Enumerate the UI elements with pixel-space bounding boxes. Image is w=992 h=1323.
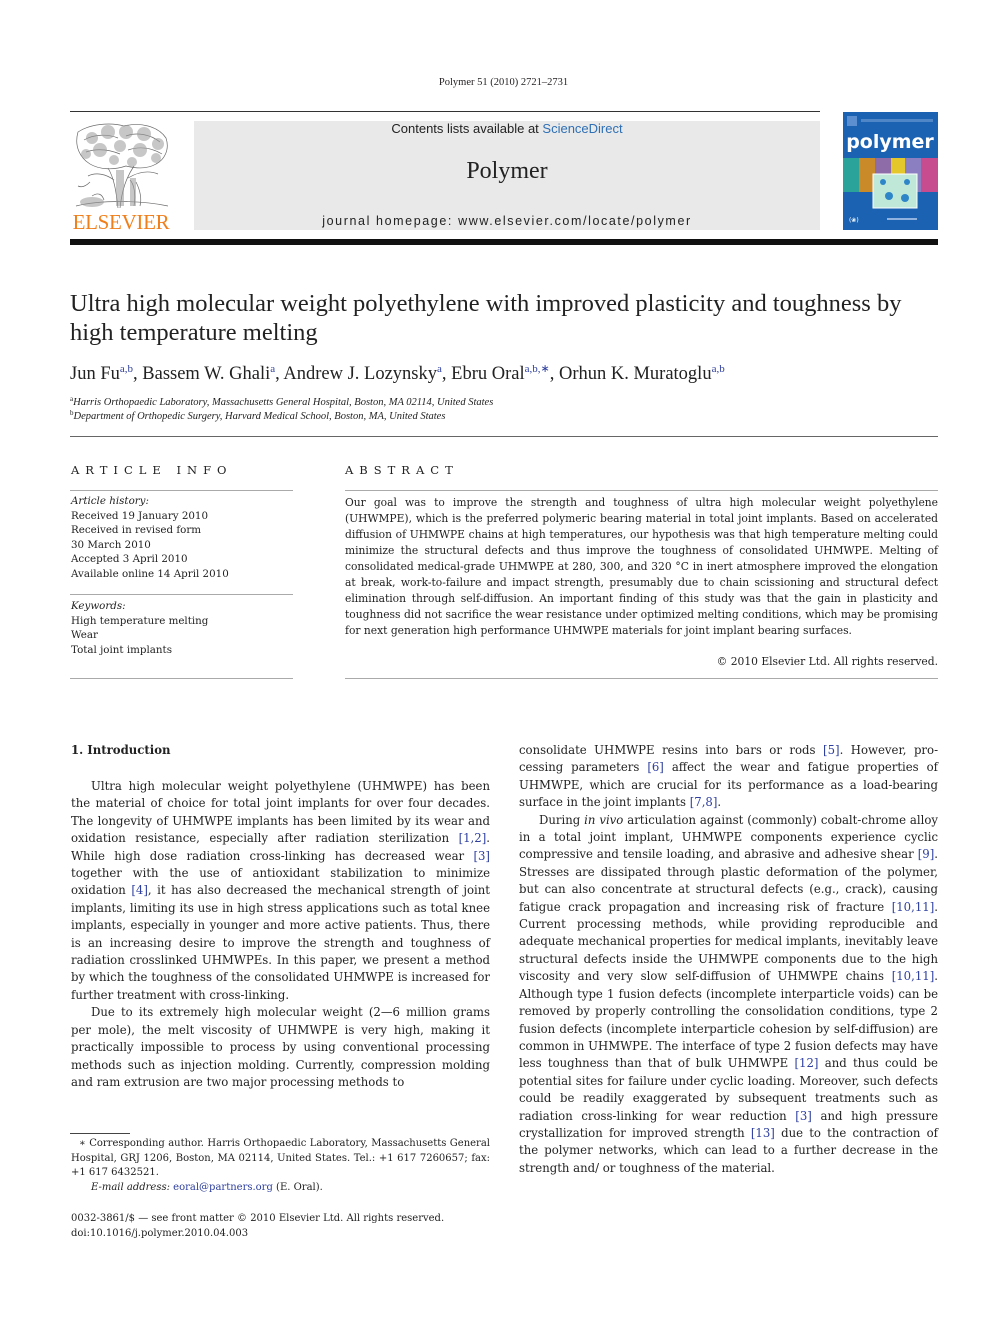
homepage-label: journal homepage:	[322, 214, 459, 228]
body-column-right: consolidate UHMWPE resins into bars or r…	[519, 742, 938, 1177]
abstract-copyright: © 2010 Elsevier Ltd. All rights reserved…	[716, 655, 938, 668]
author-affiliation-marker[interactable]: a	[437, 363, 442, 375]
section-heading: 1. Introduction	[71, 743, 171, 757]
doi[interactable]: doi:10.1016/j.polymer.2010.04.003	[71, 1227, 501, 1242]
citation-link[interactable]: [10,11]	[892, 900, 935, 914]
journal-homepage: journal homepage: www.elsevier.com/locat…	[194, 214, 820, 228]
journal-name: Polymer	[466, 158, 548, 184]
author-affiliation-marker[interactable]: a,b,∗	[525, 363, 550, 375]
history-item: Available online 14 April 2010	[71, 567, 229, 580]
divider	[70, 490, 293, 491]
author: Ebru Orala,b,∗	[451, 363, 550, 384]
author: Bassem W. Ghalia	[142, 363, 276, 384]
author: Andrew J. Lozynskya	[283, 363, 442, 384]
author-list: Jun Fua,b, Bassem W. Ghalia, Andrew J. L…	[70, 363, 725, 384]
history-item: Received 19 January 2010	[71, 509, 209, 522]
citation-link[interactable]: [3]	[473, 849, 490, 863]
contents-prefix: Contents lists available at	[391, 121, 543, 136]
elsevier-wordmark: ELSEVIER	[72, 210, 170, 234]
svg-text:(❀): (❀)	[849, 217, 859, 224]
history-item: 30 March 2010	[71, 538, 151, 551]
author: Jun Fua,b	[70, 363, 134, 384]
abstract-heading: ABSTRACT	[345, 463, 459, 477]
abstract-text: Our goal was to improve the strength and…	[345, 496, 938, 637]
keywords-label: Keywords:	[71, 600, 126, 612]
citation-link[interactable]: [9]	[918, 847, 935, 861]
body-paragraph: Ultra high molecular weight polyethylene…	[71, 779, 491, 1002]
cover-artwork: polymer (❀)	[843, 112, 938, 230]
citation-link[interactable]: [6]	[647, 760, 664, 774]
citation-link[interactable]: [12]	[794, 1056, 818, 1070]
author-affiliation-marker[interactable]: a,b	[712, 363, 725, 375]
article-info-heading: ARTICLE INFO	[71, 463, 233, 477]
citation-link[interactable]: [3]	[795, 1109, 812, 1123]
history-item: Accepted 3 April 2010	[71, 553, 188, 565]
article-history: Article history: Received 19 January 201…	[71, 494, 294, 581]
keyword: Wear	[71, 629, 98, 641]
author: Orhun K. Muratoglua,b	[558, 363, 725, 384]
journal-cover-image: polymer (❀)	[843, 112, 938, 230]
email-link[interactable]: eoral@partners.org	[173, 1182, 273, 1193]
homepage-link[interactable]: www.elsevier.com/locate/polymer	[458, 214, 692, 228]
history-item: Received in revised form	[71, 524, 202, 536]
divider	[70, 678, 293, 679]
citation-link[interactable]: [5]	[823, 743, 840, 757]
article-title: Ultra high molecular weight polyethylene…	[70, 290, 902, 346]
italic-term: in vivo	[584, 812, 624, 827]
citation-link[interactable]: [13]	[751, 1126, 775, 1140]
header-rule	[70, 111, 820, 112]
cover-title: polymer	[846, 131, 934, 153]
divider	[70, 594, 293, 595]
front-matter: 0032-3861/$ — see front matter © 2010 El…	[71, 1212, 501, 1241]
citation-link[interactable]: [7,8]	[690, 795, 718, 809]
body-column-left: Ultra high molecular weight polyethylene…	[71, 778, 490, 1091]
keywords: Keywords: High temperature melting Wear …	[71, 599, 294, 657]
header-thick-rule	[70, 239, 938, 245]
body-paragraph: consolidate UHMWPE resins into bars or r…	[519, 743, 939, 810]
author-affiliation-marker[interactable]: a,b	[120, 363, 133, 375]
keyword: Total joint implants	[71, 643, 172, 656]
citation-link[interactable]: [10,11]	[892, 969, 935, 983]
corresponding-author-note: ∗ Corresponding author. Harris Orthopaed…	[71, 1138, 490, 1178]
contents-line: Contents lists available at ScienceDirec…	[194, 121, 820, 137]
cover-elsevier-mark-icon	[847, 116, 857, 126]
corresponding-author-footnote: ∗ Corresponding author. Harris Orthopaed…	[71, 1137, 490, 1195]
body-paragraph: During in vivo articulation against (com…	[519, 812, 939, 1175]
divider	[70, 436, 938, 437]
running-head: Polymer 51 (2010) 2721–2731	[438, 77, 569, 88]
author-affiliation-marker[interactable]: a	[270, 363, 275, 375]
divider	[345, 490, 938, 491]
journal-header-band: Contents lists available at ScienceDirec…	[194, 121, 820, 230]
article-history-label: Article history:	[71, 495, 149, 507]
sciencedirect-link[interactable]: ScienceDirect	[542, 121, 622, 136]
issn-line: 0032-3861/$ — see front matter © 2010 El…	[71, 1213, 445, 1224]
keyword: High temperature melting	[71, 614, 209, 627]
affiliation: aHarris Orthopaedic Laboratory, Massachu…	[70, 395, 494, 408]
citation-link[interactable]: [4]	[131, 883, 148, 897]
affiliation: bDepartment of Orthopedic Surgery, Harva…	[70, 409, 446, 422]
email-line: E-mail address: eoral@partners.org (E. O…	[91, 1181, 323, 1193]
divider	[345, 678, 938, 679]
body-paragraph: Due to its extremely high molecular weig…	[71, 1005, 490, 1089]
citation-link[interactable]: [1,2]	[459, 831, 487, 845]
footnote-rule	[70, 1133, 130, 1134]
